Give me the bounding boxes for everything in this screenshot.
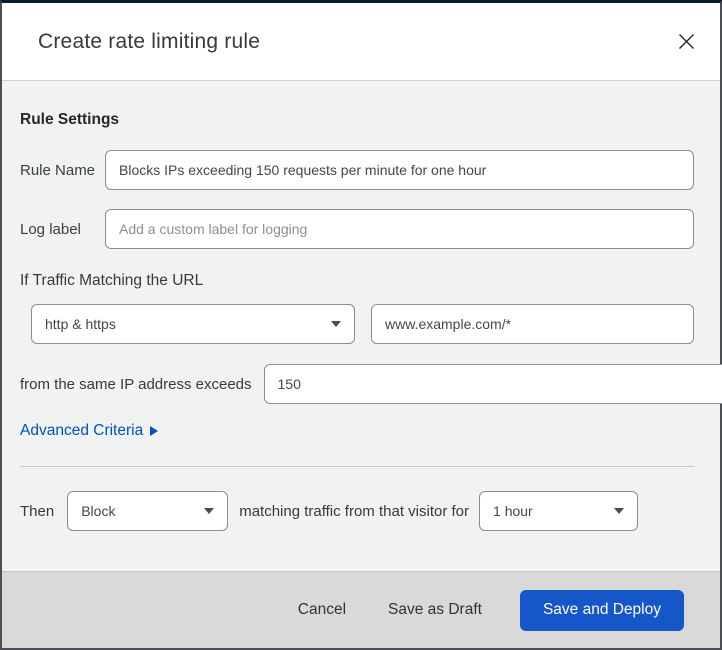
chevron-down-icon xyxy=(204,508,215,514)
save-as-draft-button[interactable]: Save as Draft xyxy=(384,595,486,625)
advanced-criteria-label: Advanced Criteria xyxy=(20,422,144,439)
save-and-deploy-button[interactable]: Save and Deploy xyxy=(519,589,684,631)
close-button[interactable] xyxy=(672,28,700,56)
traffic-matching-heading: If Traffic Matching the URL xyxy=(20,272,204,289)
triangle-right-icon xyxy=(150,426,159,436)
duration-select-value: 1 hour xyxy=(493,503,533,519)
dialog-footer: Cancel Save as Draft Save and Deploy xyxy=(2,571,720,648)
threshold-row: from the same IP address exceeds request… xyxy=(20,364,722,404)
url-pattern-input[interactable] xyxy=(371,304,694,344)
cancel-button[interactable]: Cancel xyxy=(294,595,350,625)
scheme-select[interactable]: http & https xyxy=(31,304,355,344)
create-rate-limiting-rule-dialog: Create rate limiting rule Rule Settings … xyxy=(0,0,722,650)
then-text: Then xyxy=(20,502,55,520)
chevron-down-icon xyxy=(331,321,341,327)
chevron-down-icon xyxy=(614,508,625,514)
action-select-value: Block xyxy=(81,503,116,519)
dialog-header: Create rate limiting rule xyxy=(2,3,720,81)
dialog-body: Rule Settings Rule Name Log label If Tra… xyxy=(2,81,722,571)
request-count-input[interactable] xyxy=(263,364,722,404)
matching-traffic-text: matching traffic from that visitor for xyxy=(239,502,470,520)
log-label-input[interactable] xyxy=(105,209,694,249)
duration-select[interactable]: 1 hour xyxy=(479,491,639,531)
section-divider xyxy=(20,466,694,467)
threshold-prefix-text: from the same IP address exceeds xyxy=(20,375,252,393)
advanced-criteria-link[interactable]: Advanced Criteria xyxy=(20,422,159,440)
scheme-url-row: http & https xyxy=(20,304,694,344)
rule-settings-heading: Rule Settings xyxy=(20,111,120,128)
rule-name-row: Rule Name xyxy=(20,150,694,190)
action-row: Then Block matching traffic from that vi… xyxy=(20,491,694,531)
close-icon xyxy=(678,33,695,50)
log-label-label: Log label xyxy=(20,220,81,238)
scheme-select-value: http & https xyxy=(45,316,116,332)
action-select[interactable]: Block xyxy=(67,491,229,531)
log-label-row: Log label xyxy=(20,209,694,249)
rule-name-label: Rule Name xyxy=(20,161,96,179)
dialog-title: Create rate limiting rule xyxy=(38,29,261,53)
rule-name-input[interactable] xyxy=(105,150,694,190)
